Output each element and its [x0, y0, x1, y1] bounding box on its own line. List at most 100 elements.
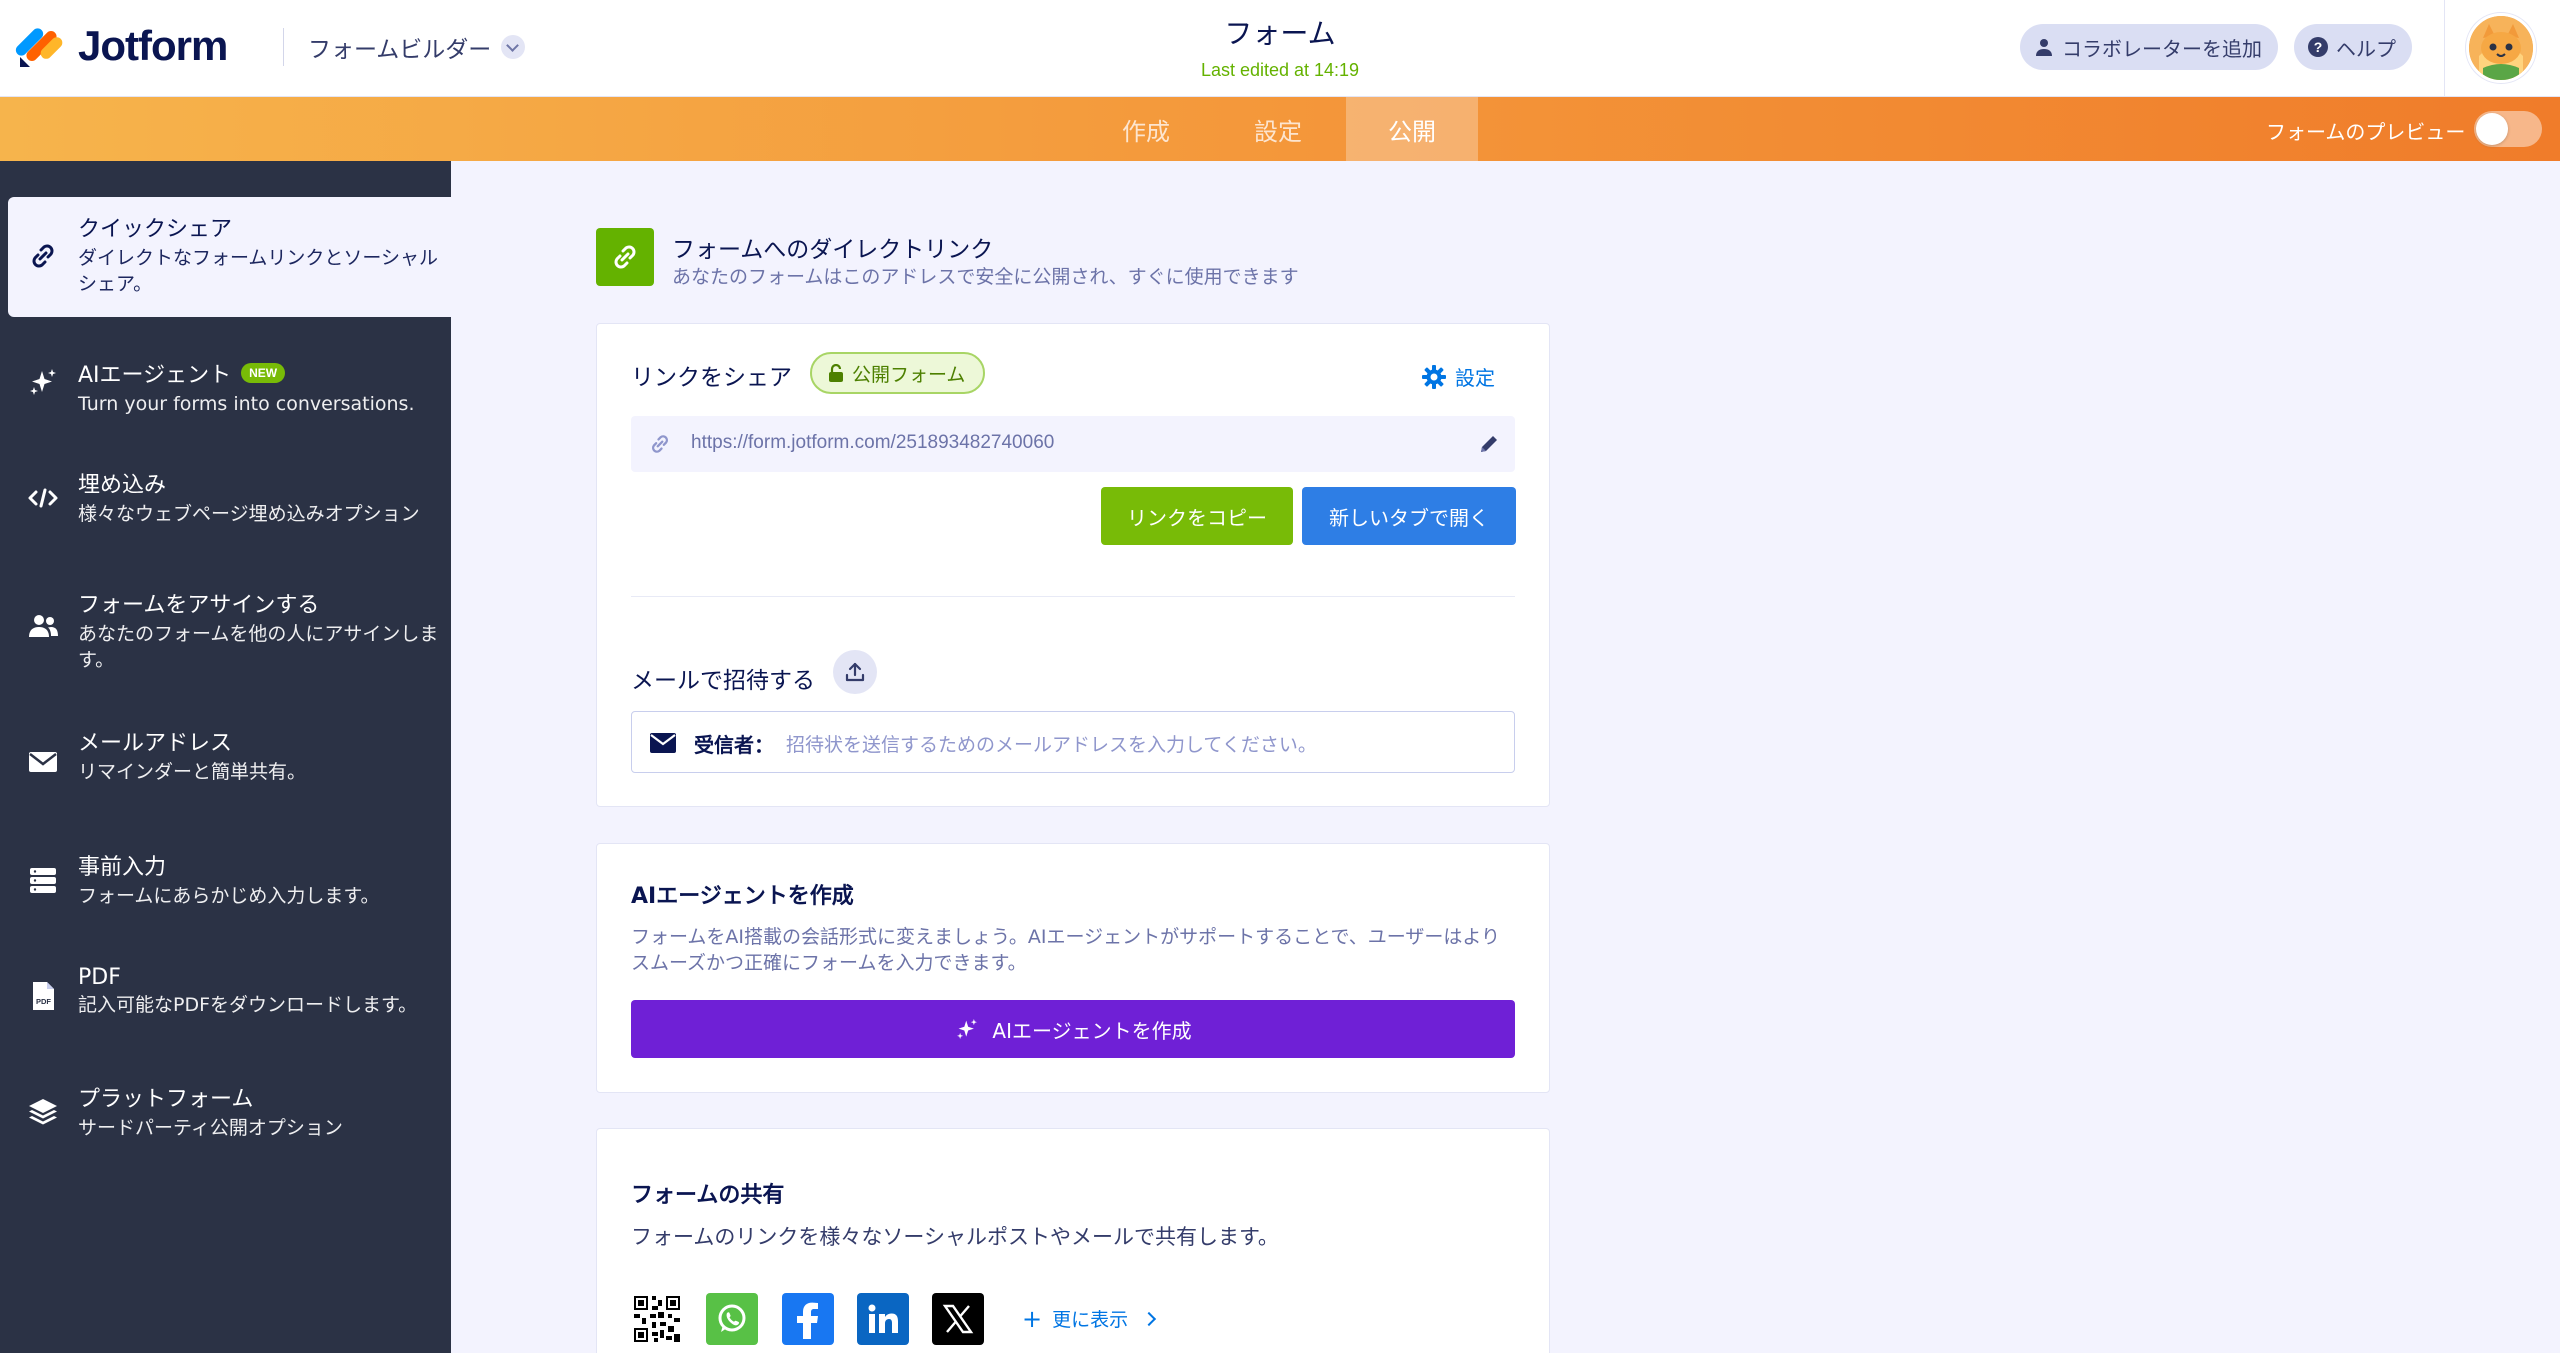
sidebar-item-desc: ダイレクトなフォームリンクとソーシャルシェア。: [78, 247, 439, 295]
link-icon: [596, 228, 654, 286]
ai-agent-card: AIエージェントを作成 フォームをAI搭載の会話形式に変えましょう。AIエージェ…: [596, 843, 1550, 1093]
direct-link-title: フォームへのダイレクトリンク: [672, 237, 994, 263]
recipient-label: 受信者：: [694, 733, 774, 757]
sidebar-item-desc: 記入可能なPDFをダウンロードします。: [78, 994, 418, 1016]
sidebar-item-ai-agent[interactable]: AIエージェント NEW Turn your forms into convers…: [0, 341, 451, 441]
form-preview-toggle[interactable]: [2474, 111, 2542, 147]
jotform-logo-icon: [13, 23, 65, 69]
sidebar-item-prefill[interactable]: 事前入力 フォームにあらかじめ入力します。: [0, 833, 451, 933]
pencil-icon[interactable]: [1477, 432, 1501, 456]
help-button[interactable]: ? ヘルプ: [2294, 24, 2412, 70]
toggle-knob: [2476, 113, 2508, 145]
sidebar-item-desc: Turn your forms into conversations.: [78, 393, 415, 415]
tab-create[interactable]: 作成: [1080, 97, 1212, 161]
sidebar-email-text: メールアドレス リマインダーと簡単共有。: [78, 725, 438, 785]
qr-code-button[interactable]: [631, 1293, 683, 1345]
last-edited-status: Last edited at 14:19: [1200, 60, 1360, 80]
gear-icon: [1422, 364, 1446, 389]
sidebar-item-title: クイックシェア: [78, 217, 233, 242]
sidebar-item-assign-form[interactable]: フォームをアサインする あなたのフォームを他の人にアサインします。: [0, 565, 451, 685]
avatar[interactable]: [2466, 13, 2536, 83]
code-icon: [28, 488, 58, 508]
cat-avatar-icon: [2469, 16, 2533, 80]
header-divider: [283, 28, 284, 66]
database-icon: [30, 868, 56, 893]
invite-email-label: メールで招待する: [631, 668, 815, 694]
tab-settings[interactable]: 設定: [1212, 97, 1344, 161]
help-label: ヘルプ: [2336, 36, 2396, 61]
x-twitter-icon: [942, 1304, 974, 1334]
form-share-card: フォームの共有 フォームのリンクを様々なソーシャルポストやメールで共有します。 …: [596, 1128, 1550, 1353]
sidebar-item-title: フォームをアサインする: [78, 593, 320, 618]
sidebar-item-desc: フォームにあらかじめ入力します。: [78, 885, 380, 907]
add-collaborator-label: コラボレーターを追加: [2062, 36, 2262, 61]
sidebar-item-desc: サードパーティ公開オプション: [78, 1117, 343, 1139]
top-bar: Jotform フォームビルダー フォーム Last edited at 14:…: [0, 0, 2560, 97]
sidebar-item-embed[interactable]: 埋め込み 様々なウェブページ埋め込みオプション: [0, 453, 451, 553]
chevron-right-icon: [1142, 1311, 1157, 1326]
whatsapp-share-button[interactable]: [706, 1293, 758, 1345]
add-collaborator-button[interactable]: コラボレーターを追加: [2020, 24, 2278, 70]
new-badge: NEW: [241, 363, 286, 383]
pdf-icon: PDF: [33, 982, 54, 1010]
sidebar-item-platform[interactable]: プラットフォーム サードパーティ公開オプション: [0, 1067, 451, 1167]
jotform-logo[interactable]: Jotform: [13, 22, 228, 70]
form-share-title: フォームの共有: [631, 1183, 785, 1208]
linkedin-icon: [868, 1304, 898, 1333]
tab-publish[interactable]: 公開: [1346, 97, 1478, 161]
create-ai-agent-button[interactable]: AIエージェントを作成: [631, 1000, 1515, 1058]
users-icon: [29, 615, 58, 637]
ai-agent-title: AIエージェントを作成: [631, 884, 854, 909]
divider: [631, 596, 1515, 597]
upload-icon[interactable]: [833, 650, 877, 694]
sidebar-item-quick-share[interactable]: クイックシェア ダイレクトなフォームリンクとソーシャルシェア。: [8, 197, 451, 317]
share-link-label: リンクをシェア: [631, 365, 792, 391]
chevron-down-icon: [501, 35, 526, 59]
sparkle-icon: [957, 1019, 978, 1039]
linkedin-share-button[interactable]: [857, 1293, 909, 1345]
form-title-area: フォーム Last edited at 14:19: [1080, 12, 1480, 81]
settings-label: 設定: [1455, 366, 1495, 390]
lock-icon: [829, 364, 843, 382]
sidebar-item-title: プラットフォーム: [78, 1087, 254, 1112]
form-url: https://form.jotform.com/251893482740060: [691, 432, 1055, 453]
invite-email-input[interactable]: 受信者： 招待状を送信するためのメールアドレスを入力してください。: [631, 711, 1515, 773]
builder-label: フォームビルダー: [308, 37, 492, 63]
sparkle-icon: [30, 369, 56, 395]
sidebar-item-pdf[interactable]: PDF PDF 記入可能なPDFをダウンロードします。: [0, 951, 451, 1051]
link-icon: [652, 435, 668, 453]
page-title[interactable]: フォーム: [1080, 12, 1480, 52]
form-url-field[interactable]: https://form.jotform.com/251893482740060: [631, 416, 1515, 472]
facebook-icon: [797, 1302, 818, 1339]
sidebar-item-desc: あなたのフォームを他の人にアサインします。: [78, 623, 439, 671]
recipient-placeholder: 招待状を送信するためのメールアドレスを入力してください。: [786, 734, 1317, 756]
sidebar-item-title: 埋め込み: [78, 473, 167, 498]
sidebar-item-title: PDF: [78, 965, 121, 990]
public-form-badge[interactable]: 公開フォーム: [810, 352, 986, 394]
form-share-description: フォームのリンクを様々なソーシャルポストやメールで共有します。: [631, 1225, 1279, 1249]
facebook-share-button[interactable]: [782, 1293, 834, 1345]
sidebar-item-desc: リマインダーと簡単共有。: [78, 761, 307, 783]
builder-dropdown[interactable]: フォームビルダー: [308, 30, 526, 64]
copy-link-button[interactable]: リンクをコピー: [1101, 487, 1293, 545]
plus-icon: +: [1022, 1304, 1043, 1333]
link-icon: [32, 244, 54, 268]
x-share-button[interactable]: [932, 1293, 984, 1345]
question-icon: ?: [2308, 37, 2328, 57]
layers-icon: [29, 1099, 57, 1125]
create-ai-agent-label: AIエージェントを作成: [992, 1018, 1192, 1043]
share-settings-button[interactable]: 設定: [1421, 362, 1495, 391]
ai-agent-description: フォームをAI搭載の会話形式に変えましょう。AIエージェントがサポートすることで…: [631, 926, 1501, 974]
whatsapp-icon: [718, 1304, 746, 1332]
brand-name: Jotform: [78, 22, 228, 69]
show-more-button[interactable]: + 更に表示: [1022, 1304, 1157, 1333]
avatar-divider: [2444, 0, 2445, 97]
direct-link-subtitle: あなたのフォームはこのアドレスで安全に公開され、すぐに使用できます: [672, 266, 1299, 288]
sidebar-item-title: メールアドレス: [78, 731, 233, 756]
form-preview-label: フォームのプレビュー: [2266, 120, 2466, 144]
share-link-card: リンクをシェア 公開フォーム 設定 https://form.jotform.c…: [596, 323, 1550, 807]
sidebar-item-title: AIエージェント: [78, 363, 232, 388]
builder-nav: 作成 設定 公開 フォームのプレビュー: [0, 97, 2560, 161]
open-new-tab-button[interactable]: 新しいタブで開く: [1302, 487, 1516, 545]
public-form-label: 公開フォーム: [852, 363, 966, 386]
